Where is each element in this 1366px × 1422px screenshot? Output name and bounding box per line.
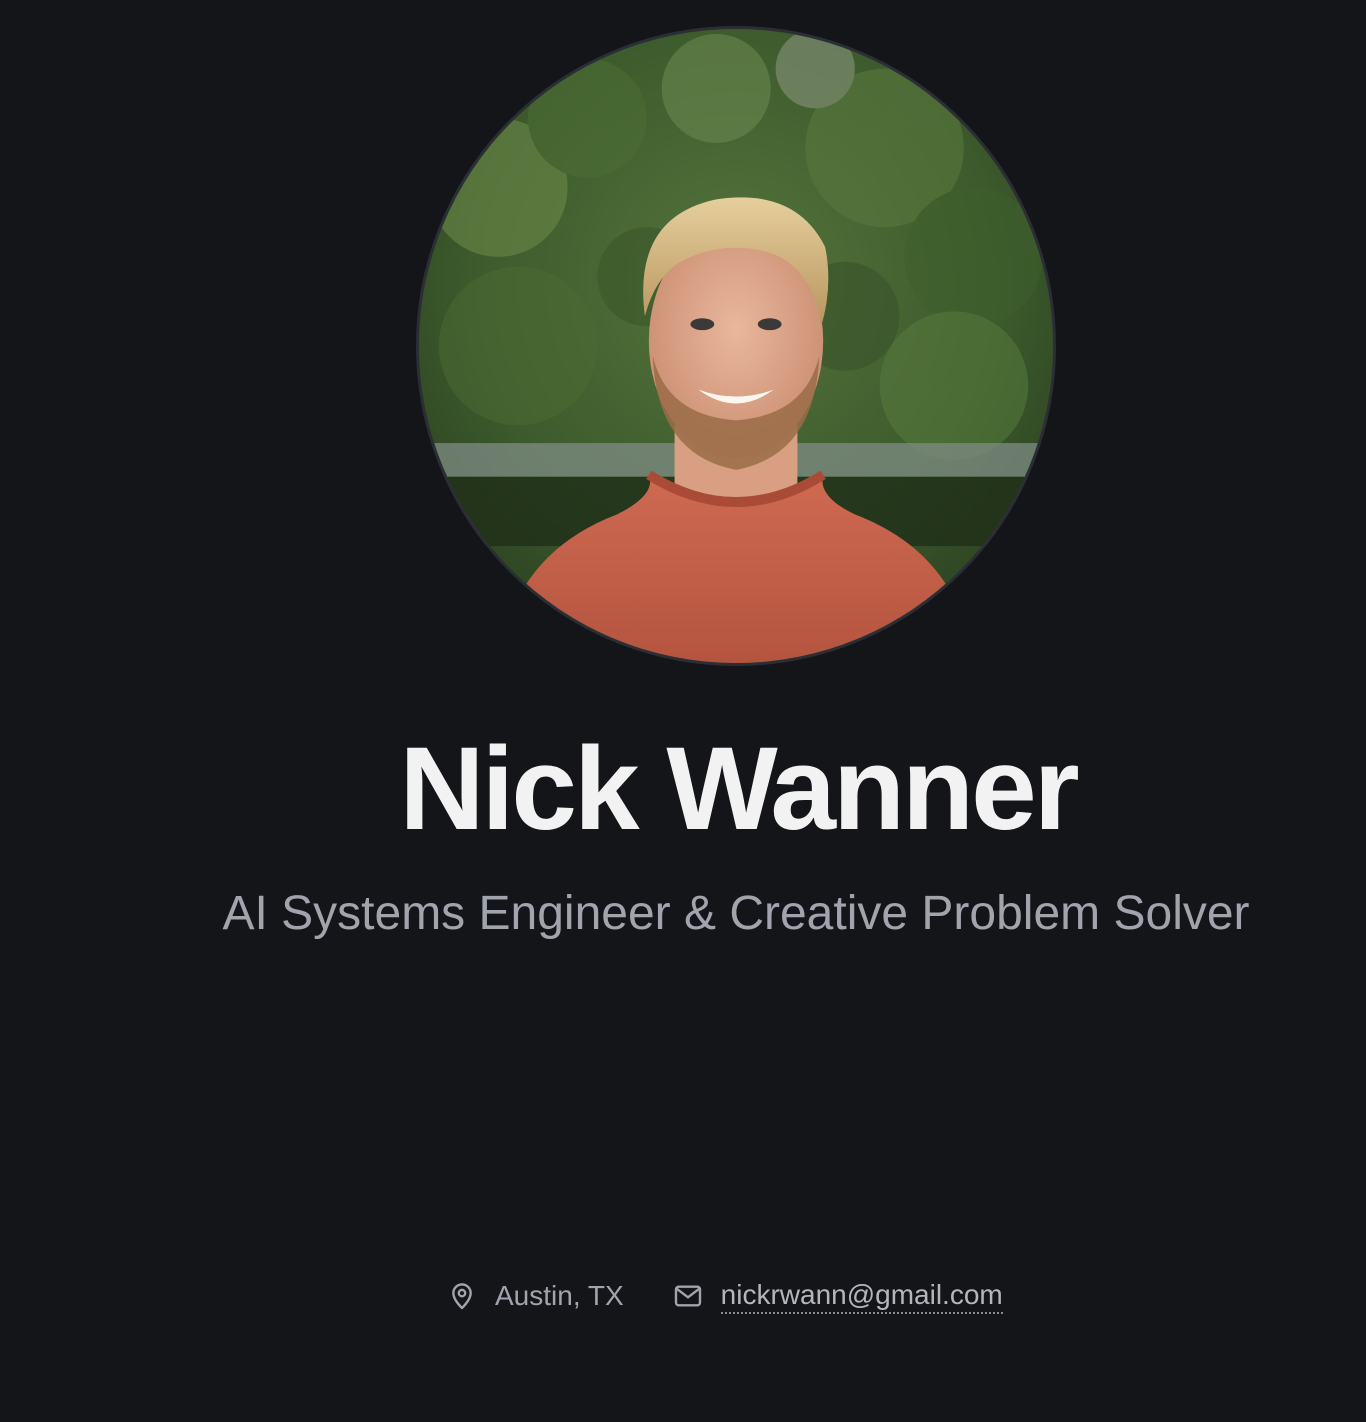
- location-item: Austin, TX: [446, 1280, 624, 1312]
- email-item: nickrwann@gmail.com: [672, 1278, 1003, 1314]
- email-link[interactable]: nickrwann@gmail.com: [720, 1278, 1003, 1314]
- mail-icon: [672, 1280, 704, 1312]
- profile-name: Nick Wanner: [399, 723, 1079, 855]
- location-text: Austin, TX: [495, 1280, 624, 1311]
- hero-section: Nick Wanner AI Systems Engineer & Creati…: [0, 0, 1366, 1422]
- map-pin-icon: [446, 1280, 478, 1312]
- profile-tagline: AI Systems Engineer & Creative Problem S…: [222, 887, 1250, 940]
- contact-info: Austin, TX nickrwann@gmail.com: [446, 1274, 1003, 1318]
- profile-photo-illustration: [419, 29, 1053, 663]
- profile-photo: [416, 26, 1056, 666]
